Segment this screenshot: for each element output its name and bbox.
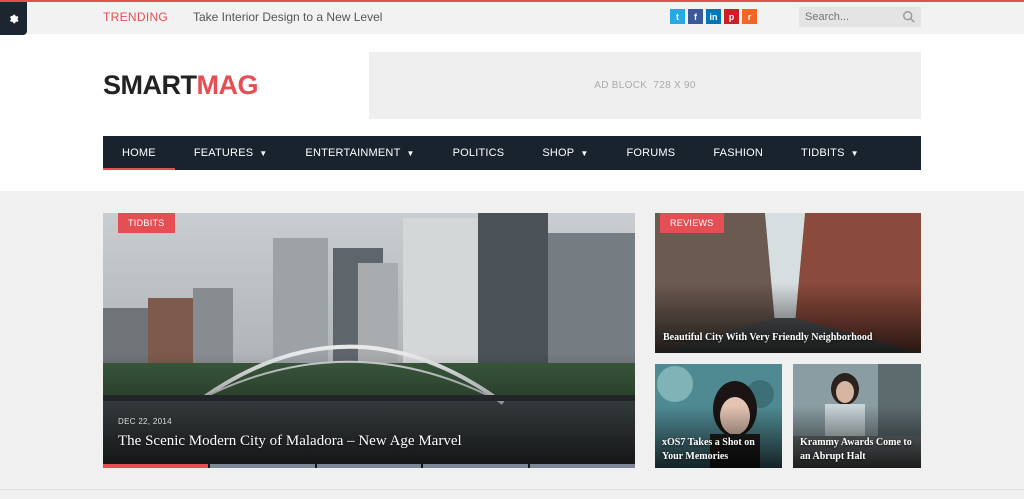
featured-small-left-tile[interactable]: xOS7 Takes a Shot on Your Memories [655,364,782,468]
category-badge[interactable]: REVIEWS [660,213,724,233]
nav-item-entertainment[interactable]: ENTERTAINMENT ▼ [286,136,433,170]
post-date: DEC 22, 2014 [118,417,172,426]
slide-indicator[interactable] [423,464,529,468]
trending-label: TRENDING [103,10,169,24]
nav-label: HOME [122,147,156,159]
social-icons: t f in p r [670,9,757,24]
ad-block-label: AD BLOCK 728 X 90 [594,80,696,91]
slider-progress [103,464,635,468]
nav-item-forums[interactable]: FORUMS [607,136,694,170]
slide-indicator[interactable] [103,464,208,468]
featured-main-title[interactable]: The Scenic Modern City of Maladora – New… [118,433,618,450]
nav-item-fashion[interactable]: FASHION [694,136,782,170]
logo-part-mag: MAG [196,70,259,100]
featured-main-tile[interactable]: TIDBITS DEC 22, 2014 The Scenic Modern C… [103,213,635,468]
trending-headline-link[interactable]: Take Interior Design to a New Level [193,10,382,24]
facebook-icon[interactable]: f [688,9,703,24]
logo-part-smart: SMART [103,70,197,100]
nav-item-politics[interactable]: POLITICS [434,136,524,170]
category-badge[interactable]: TIDBITS [118,213,175,233]
featured-top-right-tile[interactable]: REVIEWS Beautiful City With Very Friendl… [655,213,921,353]
linkedin-icon[interactable]: in [706,9,721,24]
pinterest-icon[interactable]: p [724,9,739,24]
nav-item-features[interactable]: FEATURES ▼ [175,136,287,170]
chevron-down-icon: ▼ [580,148,589,158]
slide-indicator[interactable] [316,464,422,468]
ad-block[interactable]: AD BLOCK 728 X 90 [369,52,921,119]
featured-small-right-title[interactable]: Krammy Awards Come to an Abrupt Halt [800,436,918,464]
main-nav: HOME FEATURES ▼ ENTERTAINMENT ▼ POLITICS S… [103,136,921,170]
city-bridge-image [103,213,635,468]
nav-item-home[interactable]: HOME [103,136,175,170]
slide-indicator[interactable] [209,464,315,468]
nav-label: FASHION [713,147,764,159]
nav-label: POLITICS [452,147,505,159]
nav-label: TIDBITS [801,147,845,159]
site-logo[interactable]: SMARTMAG [103,70,258,101]
featured-top-right-title[interactable]: Beautiful City With Very Friendly Neighb… [663,332,913,343]
rss-icon[interactable]: r [742,9,757,24]
content-divider [0,489,1024,499]
nav-label: FEATURES [193,147,254,159]
nav-item-tidbits[interactable]: TIDBITS ▼ [782,136,878,170]
featured-small-left-title[interactable]: xOS7 Takes a Shot on Your Memories [662,436,777,464]
nav-label: FORUMS [626,147,676,159]
featured-small-right-tile[interactable]: Krammy Awards Come to an Abrupt Halt [793,364,921,468]
twitter-icon[interactable]: t [670,9,685,24]
search-icon[interactable] [902,10,916,24]
settings-gear-button[interactable] [0,2,27,35]
chevron-down-icon: ▼ [850,148,859,158]
nav-label: SHOP [542,147,575,159]
chevron-down-icon: ▼ [259,148,268,158]
nav-item-shop[interactable]: SHOP ▼ [523,136,607,170]
chevron-down-icon: ▼ [406,148,415,158]
slide-indicator[interactable] [530,464,635,468]
nav-label: ENTERTAINMENT [305,147,401,159]
gear-icon [9,14,18,23]
